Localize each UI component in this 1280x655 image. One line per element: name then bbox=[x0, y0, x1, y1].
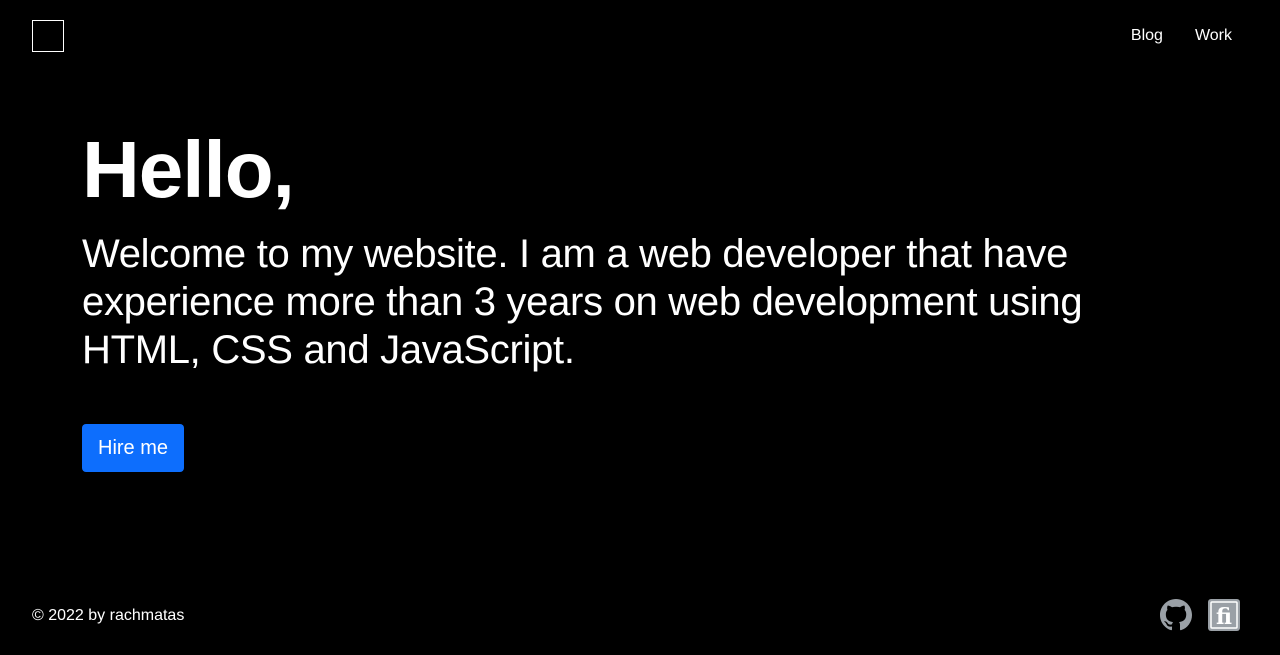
nav-link-work[interactable]: Work bbox=[1195, 26, 1232, 46]
nav-link-blog[interactable]: Blog bbox=[1131, 26, 1163, 46]
logo[interactable] bbox=[32, 20, 64, 52]
site-header: Blog Work bbox=[0, 0, 1280, 72]
hire-me-button[interactable]: Hire me bbox=[82, 424, 185, 472]
hero-description: Welcome to my website. I am a web develo… bbox=[82, 232, 1083, 372]
hero-title: Hello, bbox=[82, 125, 295, 214]
svg-text:fi: fi bbox=[1216, 604, 1232, 630]
github-link[interactable] bbox=[1160, 599, 1192, 631]
github-icon bbox=[1160, 599, 1192, 631]
freecodecamp-link[interactable]: fi bbox=[1208, 599, 1240, 631]
freecodecamp-icon: fi bbox=[1208, 599, 1240, 631]
main-nav: Blog Work bbox=[1131, 26, 1232, 46]
copyright-text: © 2022 by rachmatas bbox=[32, 607, 185, 624]
social-links: fi bbox=[1160, 599, 1240, 631]
page: Blog Work Hello, Welcome to my website. … bbox=[0, 0, 1280, 655]
hero-section: Hello, Welcome to my website. I am a web… bbox=[82, 124, 1122, 374]
